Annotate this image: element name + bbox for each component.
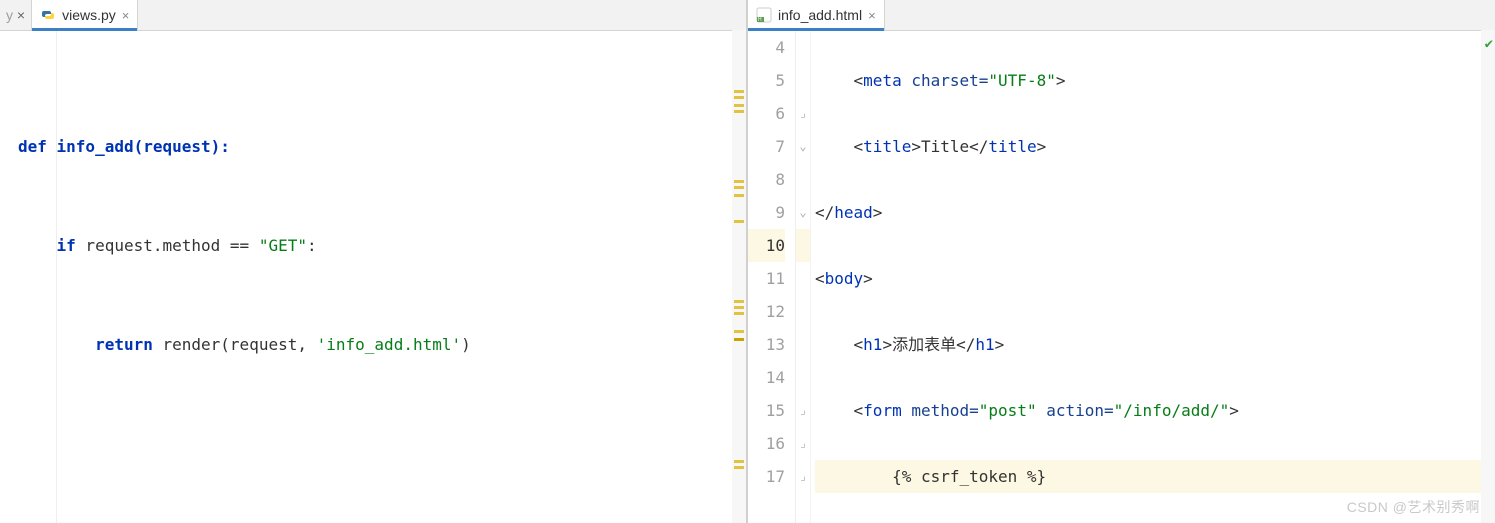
fold-end-icon[interactable]: ⌟: [796, 460, 810, 493]
fold-start-icon[interactable]: ⌄: [796, 130, 810, 163]
fold-end-icon[interactable]: ⌟: [796, 394, 810, 427]
code-line: </head>: [815, 196, 1495, 229]
fold-start-icon[interactable]: ⌄: [796, 196, 810, 229]
left-tabbar: y × views.py ×: [0, 0, 746, 31]
code-line: [18, 427, 746, 460]
close-icon[interactable]: ×: [17, 7, 25, 23]
code-line: <form method="post" action="/info/add/">: [815, 394, 1495, 427]
fold-end-icon[interactable]: ⌟: [796, 97, 810, 130]
svg-text:H: H: [758, 17, 762, 23]
right-error-stripe[interactable]: ✔: [1481, 30, 1495, 523]
right-editor-pane: H info_add.html × 4 5 6 7 8 9 10 11 12 1…: [748, 0, 1495, 523]
left-error-stripe[interactable]: [732, 30, 746, 523]
python-file-icon: [40, 7, 56, 23]
code-line: <title>Title</title>: [815, 130, 1495, 163]
code-line: {% csrf_token %}: [815, 460, 1495, 493]
left-editor[interactable]: def info_add(request): if request.method…: [0, 31, 746, 523]
code-line: <body>: [815, 262, 1495, 295]
fold-end-icon[interactable]: ⌟: [796, 427, 810, 460]
close-icon[interactable]: ×: [868, 8, 876, 23]
watermark: CSDN @艺术别秀啊: [1347, 497, 1480, 517]
left-code[interactable]: def info_add(request): if request.method…: [0, 31, 746, 523]
right-code[interactable]: <meta charset="UTF-8"> <title>Title</tit…: [811, 31, 1495, 523]
code-line: if request.method == "GET":: [18, 229, 746, 262]
right-fold-column[interactable]: ⌟ ⌄ ⌄ ⌟ ⌟ ⌟: [796, 31, 811, 523]
analysis-ok-icon: ✔: [1485, 36, 1493, 52]
tab-views-py[interactable]: views.py ×: [32, 0, 138, 30]
code-line: def info_add(request):: [18, 130, 746, 163]
left-editor-pane: y × views.py × ▲8 ▲43 ✔✔5 ∧ ∨ def info_a…: [0, 0, 748, 523]
tab-stub-prev[interactable]: y ×: [0, 0, 32, 30]
tab-info-add-html[interactable]: H info_add.html ×: [748, 0, 885, 30]
code-line: return render(request, 'info_add.html'): [18, 328, 746, 361]
tab-label: info_add.html: [778, 7, 862, 23]
right-editor[interactable]: 4 5 6 7 8 9 10 11 12 13 14 15 16 17 ⌟ ⌄: [748, 31, 1495, 523]
code-line: <h1>添加表单</h1>: [815, 328, 1495, 361]
code-line: <meta charset="UTF-8">: [815, 64, 1495, 97]
right-tabbar: H info_add.html ×: [748, 0, 1495, 31]
html-file-icon: H: [756, 7, 772, 23]
tab-label: views.py: [62, 7, 116, 23]
right-gutter: 4 5 6 7 8 9 10 11 12 13 14 15 16 17: [748, 31, 796, 523]
close-icon[interactable]: ×: [122, 8, 130, 23]
